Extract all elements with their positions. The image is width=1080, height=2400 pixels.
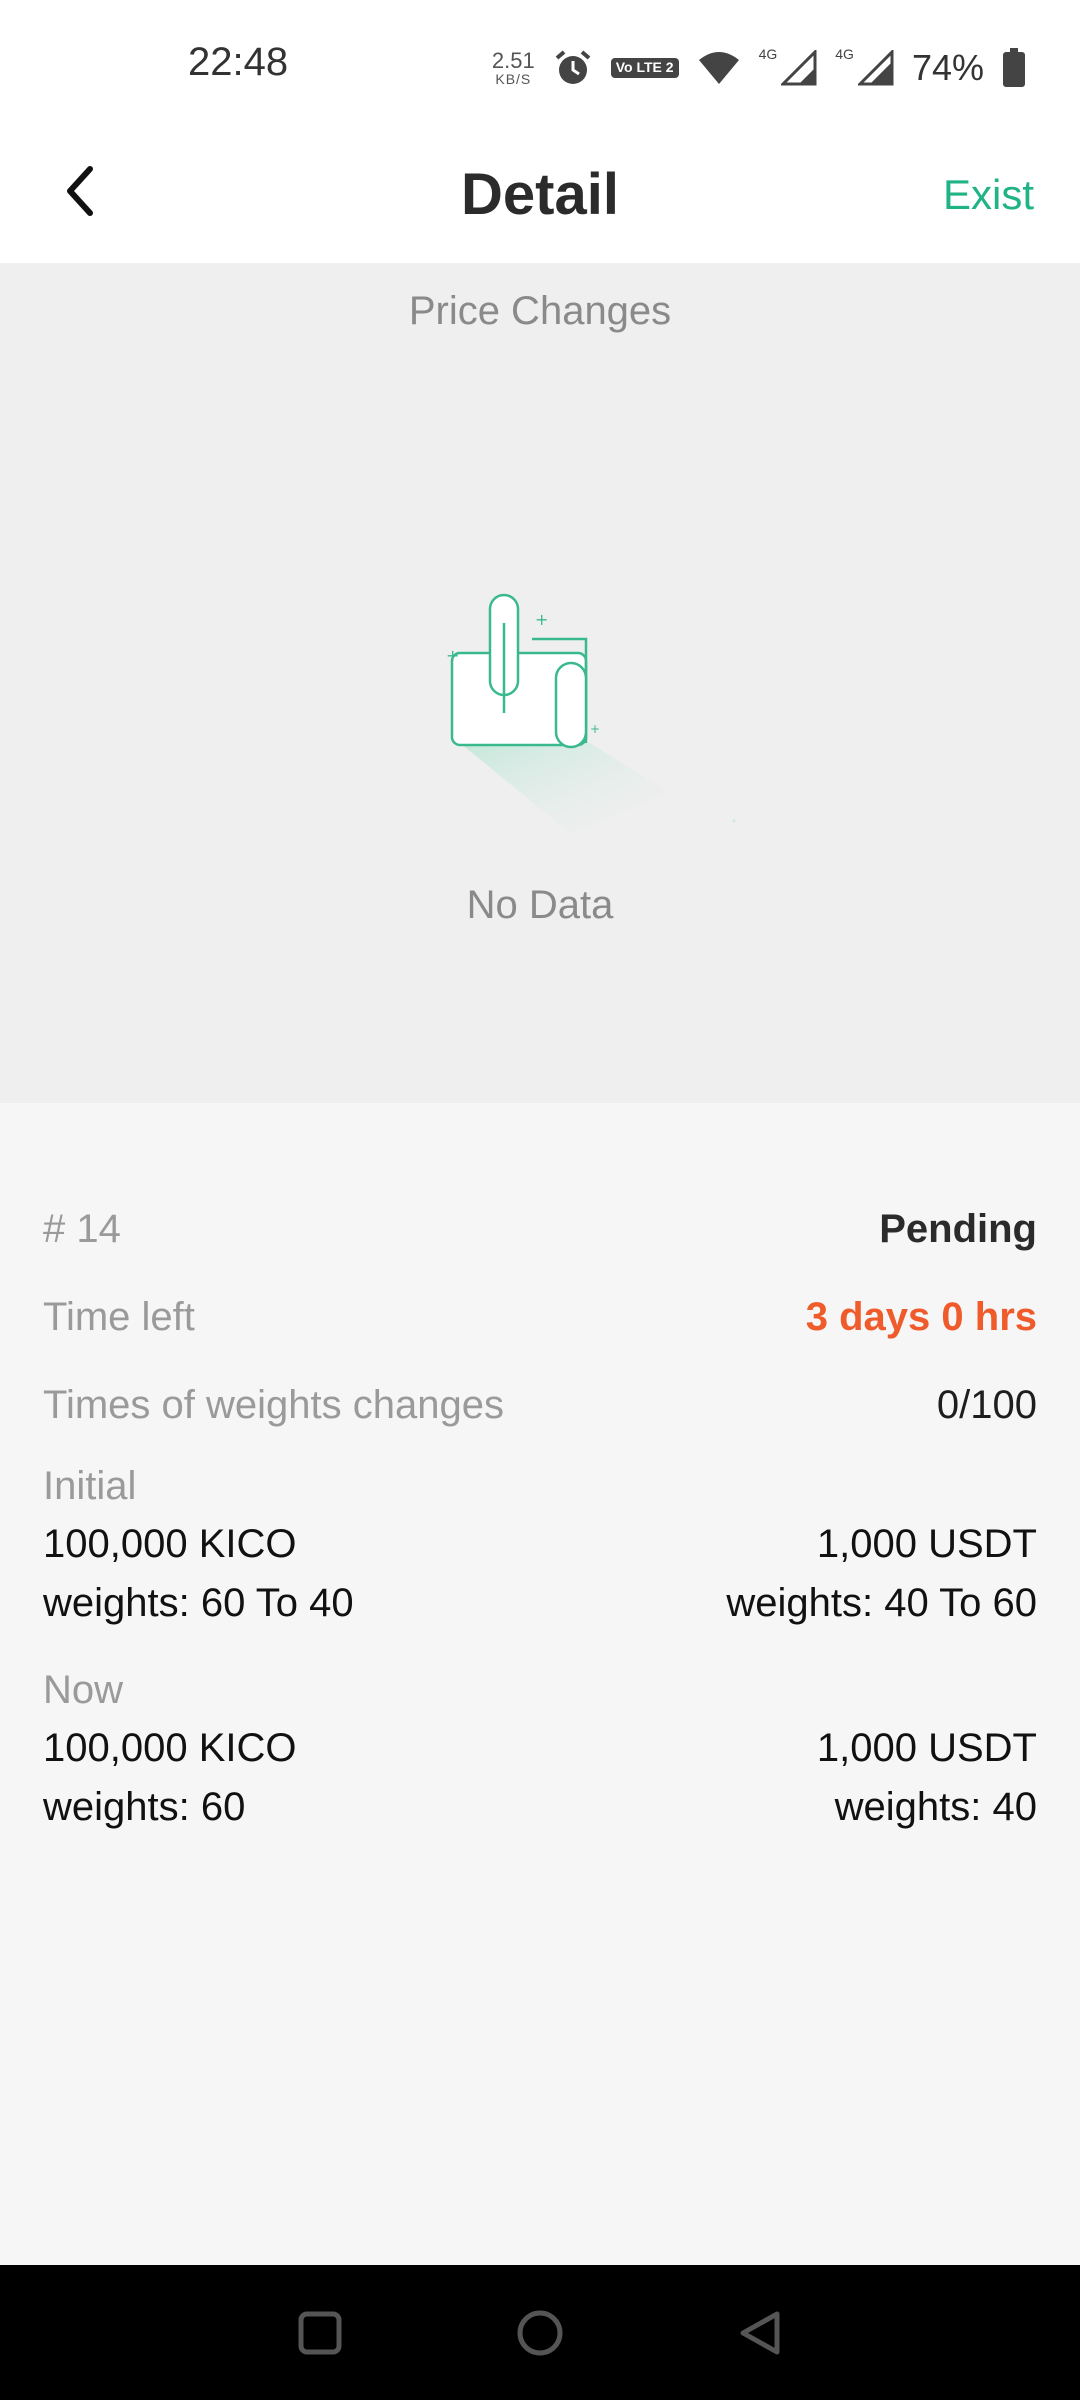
- weight-changes-row: Times of weights changes 0/100: [43, 1361, 1037, 1449]
- status-time: 22:48: [188, 40, 289, 84]
- network-type-2: 4G: [835, 46, 854, 62]
- network-speed-unit: KB/S: [495, 71, 532, 87]
- time-left-value: 3 days 0 hrs: [805, 1294, 1037, 1339]
- pool-id: # 14: [43, 1206, 121, 1251]
- initial-pair: 100,000 KICO weights: 60 To 40 1,000 USD…: [43, 1515, 1037, 1633]
- now-group: Now 100,000 KICO weights: 60 1,000 USDT …: [43, 1661, 1037, 1837]
- svg-text:+: +: [535, 610, 548, 629]
- network-speed: 2.51 KB/S: [491, 48, 535, 87]
- app-header: Detail Exist: [0, 135, 1080, 263]
- alarm-icon: [553, 48, 593, 88]
- svg-text:+: +: [590, 722, 600, 736]
- now-left-weights: weights: 60: [43, 1785, 246, 1829]
- initial-right-weights: weights: 40 To 60: [726, 1581, 1037, 1625]
- status-bar: 22:48 2.51 KB/S Vo LTE 2 4G 4G 74%: [0, 0, 1080, 135]
- chart-title: Price Changes: [408, 289, 672, 333]
- home-button[interactable]: [500, 2295, 580, 2375]
- time-left-row: Time left 3 days 0 hrs: [43, 1273, 1037, 1361]
- now-label: Now: [43, 1668, 124, 1712]
- recents-icon: [296, 2309, 344, 2362]
- wifi-icon: [697, 50, 741, 86]
- initial-left-amount: 100,000 KICO: [43, 1522, 297, 1566]
- empty-document-icon: + + +: [440, 593, 740, 873]
- exist-button[interactable]: Exist: [943, 145, 1034, 245]
- page-title: Detail: [461, 162, 619, 227]
- initial-group: Initial 100,000 KICO weights: 60 To 40 1…: [43, 1457, 1037, 1633]
- initial-left-weights: weights: 60 To 40: [43, 1581, 354, 1625]
- network-speed-value: 2.51: [491, 48, 535, 73]
- time-left-label: Time left: [43, 1294, 195, 1339]
- nav-back-button[interactable]: [720, 2295, 800, 2375]
- id-status-row: # 14 Pending: [43, 1185, 1037, 1273]
- now-left-amount: 100,000 KICO: [43, 1726, 297, 1770]
- now-right-amount: 1,000 USDT: [816, 1726, 1037, 1770]
- signal-icon: [781, 50, 817, 86]
- initial-right: 1,000 USDT weights: 40 To 60: [726, 1515, 1037, 1633]
- weight-changes-value: 0/100: [936, 1382, 1037, 1427]
- battery-icon: [1002, 48, 1026, 88]
- system-nav-bar: [0, 2265, 1080, 2400]
- initial-label: Initial: [43, 1464, 137, 1508]
- volte-icon: Vo LTE 2: [610, 58, 679, 78]
- status-badge: Pending: [879, 1206, 1037, 1251]
- svg-text:+: +: [446, 646, 459, 665]
- now-right: 1,000 USDT weights: 40: [817, 1719, 1037, 1837]
- detail-info: # 14 Pending Time left 3 days 0 hrs Time…: [43, 1185, 1037, 1865]
- weight-changes-label: Times of weights changes: [43, 1382, 504, 1427]
- status-icons: 2.51 KB/S Vo LTE 2 4G 4G 74%: [492, 44, 1026, 92]
- battery-level: 74%: [911, 47, 984, 88]
- recents-button[interactable]: [280, 2295, 360, 2375]
- back-icon: [735, 2308, 785, 2363]
- now-right-weights: weights: 40: [834, 1785, 1037, 1829]
- initial-right-amount: 1,000 USDT: [816, 1522, 1037, 1566]
- signal-icon: [857, 50, 894, 86]
- initial-left: 100,000 KICO weights: 60 To 40: [43, 1515, 354, 1633]
- now-left: 100,000 KICO weights: 60: [43, 1719, 297, 1837]
- price-chart: Price Changes + + + No Data: [0, 263, 1080, 1103]
- network-type-1: 4G: [758, 46, 778, 62]
- now-pair: 100,000 KICO weights: 60 1,000 USDT weig…: [43, 1719, 1037, 1837]
- home-icon: [515, 2308, 565, 2363]
- empty-state-text: No Data: [466, 883, 614, 927]
